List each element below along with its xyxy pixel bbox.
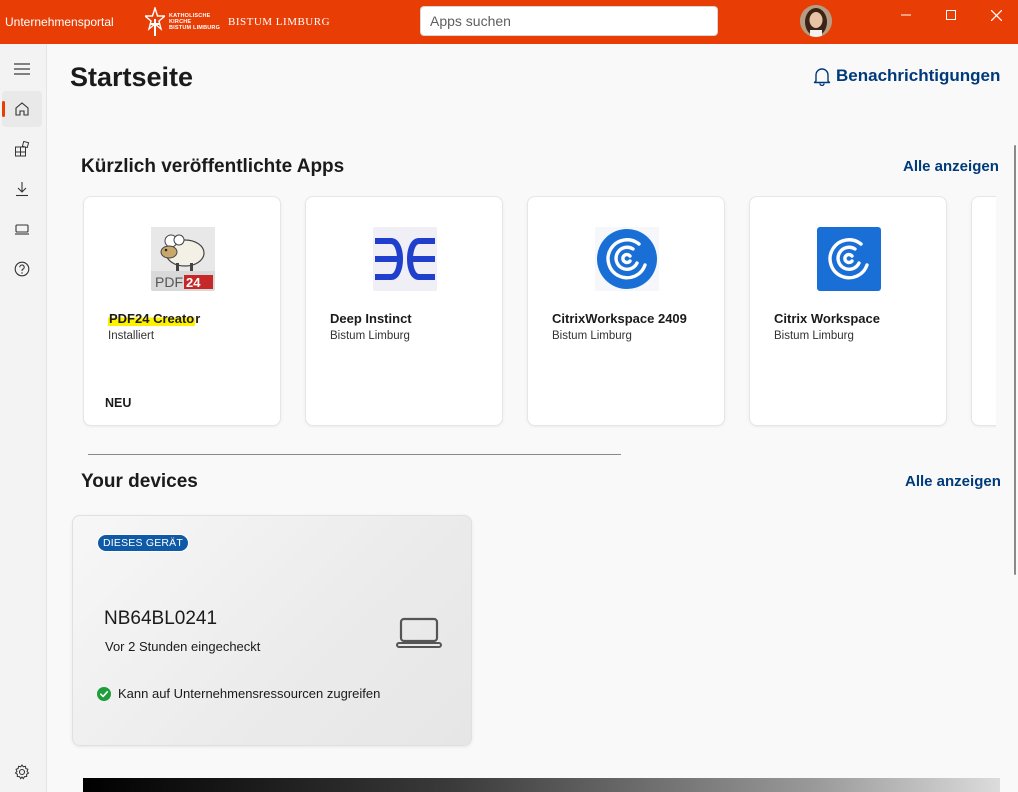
nav-item-downloads[interactable]: [2, 171, 42, 207]
notifications-button[interactable]: Benachrichtigungen: [812, 66, 1000, 86]
recent-apps-list: PDF 24 PDF24 Creator Installiert NEU Dee…: [82, 196, 996, 428]
minimize-icon: [901, 14, 911, 16]
apps-icon: [15, 141, 30, 157]
hamburger-icon: [14, 63, 30, 75]
nav-item-help[interactable]: [2, 251, 42, 287]
app-card[interactable]: CitrixWorkspace 2409 Bistum Limburg: [527, 196, 725, 426]
navigation-rail: [0, 44, 47, 792]
recent-apps-title: Kürzlich veröffentlichte Apps: [81, 156, 345, 177]
horizontal-scrollbar[interactable]: [88, 454, 621, 455]
minimize-button[interactable]: [883, 0, 929, 30]
app-name: Deep Instinct: [330, 311, 412, 326]
device-card[interactable]: DIESES GERÄT NB64BL0241 Vor 2 Stunden ei…: [72, 515, 472, 746]
banner-image: [83, 778, 1000, 792]
app-name: Citrix Workspace: [774, 311, 880, 326]
recent-apps-see-all-link[interactable]: Alle anzeigen: [903, 158, 999, 175]
this-device-badge: DIESES GERÄT: [97, 534, 190, 552]
maximize-icon: [946, 10, 956, 20]
citrix-icon: [817, 227, 881, 291]
app-name: CitrixWorkspace 2409: [552, 311, 687, 326]
svg-text:PDF: PDF: [155, 274, 183, 290]
avatar[interactable]: [800, 5, 832, 37]
app-publisher: Bistum Limburg: [330, 330, 410, 342]
bell-icon: [813, 68, 831, 86]
app-publisher: Bistum Limburg: [774, 330, 854, 342]
brand-small-text: KATHOLISCHE KIRCHE BISTUM LIMBURG: [169, 13, 221, 31]
device-status-text: Kann auf Unternehmensressourcen zugreife…: [118, 686, 381, 701]
user-photo-icon: [800, 5, 832, 37]
church-logo-icon: [145, 7, 165, 36]
devices-title: Your devices: [81, 471, 198, 492]
device-checkin: Vor 2 Stunden eingecheckt: [105, 639, 261, 654]
nav-item-apps[interactable]: [2, 131, 42, 167]
nav-item-settings[interactable]: [2, 754, 42, 790]
device-name: NB64BL0241: [104, 608, 218, 629]
app-title: Unternehmensportal: [5, 15, 114, 29]
laptop-icon: [396, 617, 442, 648]
page-title: Startseite: [70, 62, 194, 92]
close-button[interactable]: [973, 0, 1018, 30]
gear-icon: [14, 764, 30, 780]
download-icon: [16, 182, 28, 197]
citrix-icon: [595, 227, 659, 291]
app-name: PDF24 Creator: [108, 311, 201, 326]
notifications-label: Benachrichtigungen: [836, 66, 1001, 85]
pdf24-icon: PDF 24: [151, 227, 215, 291]
title-bar: Unternehmensportal KATHOLISCHE KIRCHE BI…: [0, 0, 1018, 44]
deep-instinct-icon: [373, 227, 437, 291]
close-icon: [990, 9, 1002, 21]
devices-see-all-link[interactable]: Alle anzeigen: [905, 473, 1001, 490]
app-card[interactable]: PDF 24 PDF24 Creator Installiert NEU: [83, 196, 281, 426]
app-card[interactable]: Citrix Workspace Bistum Limburg: [749, 196, 947, 426]
svg-text:24: 24: [186, 275, 201, 290]
new-badge: NEU: [105, 396, 132, 410]
app-card[interactable]: Deep Instinct Bistum Limburg: [305, 196, 503, 426]
check-circle-icon: [97, 686, 111, 701]
vertical-scrollbar[interactable]: [1014, 145, 1016, 575]
search-input[interactable]: [420, 6, 718, 36]
maximize-button[interactable]: [928, 0, 974, 30]
active-indicator: [2, 101, 5, 117]
menu-button[interactable]: [2, 51, 42, 87]
brand-logo: KATHOLISCHE KIRCHE BISTUM LIMBURG: [145, 6, 220, 38]
brand-name: BISTUM LIMBURG: [228, 16, 331, 28]
app-subtitle: Installiert: [108, 330, 155, 342]
nav-item-home[interactable]: [2, 91, 42, 127]
home-icon: [15, 102, 29, 116]
device-status: Kann auf Unternehmensressourcen zugreife…: [97, 686, 380, 701]
app-publisher: Bistum Limburg: [552, 330, 632, 342]
help-icon: [14, 261, 30, 277]
nav-item-devices[interactable]: [2, 211, 42, 247]
app-card[interactable]: [971, 196, 996, 426]
laptop-icon: [15, 224, 29, 235]
